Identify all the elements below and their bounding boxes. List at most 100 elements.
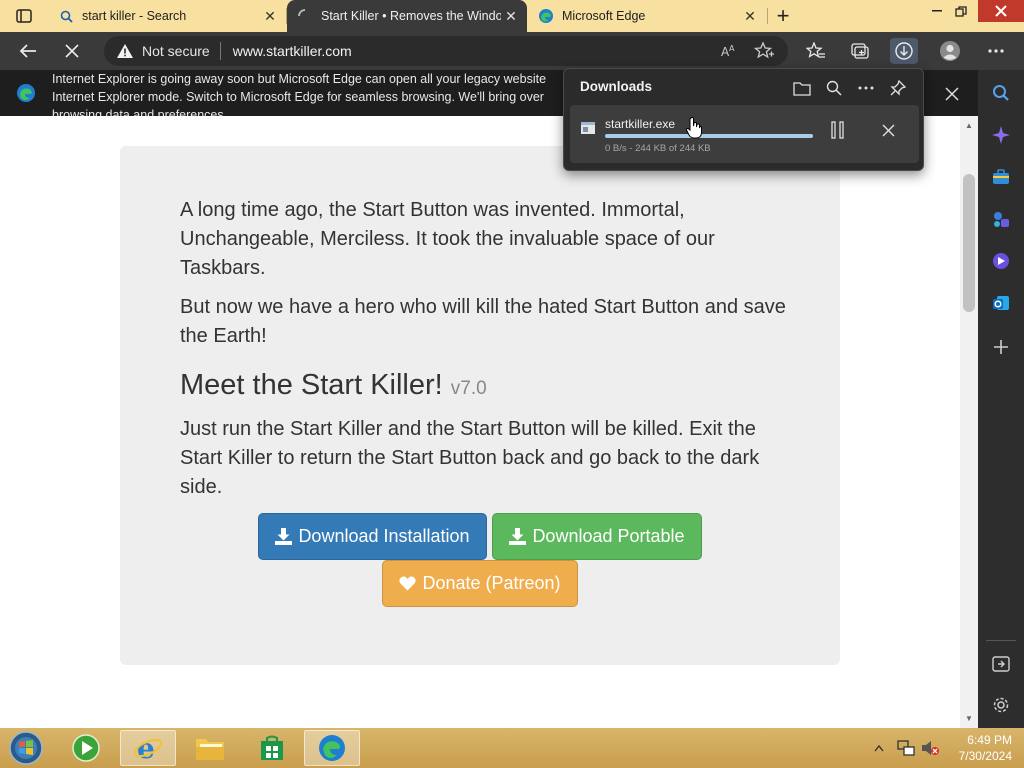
restore-button[interactable] [946, 0, 976, 22]
downloads-icon[interactable] [892, 39, 916, 63]
internet-explorer-icon[interactable]: e [120, 730, 176, 766]
system-clock[interactable]: 6:49 PM 7/30/2024 [940, 732, 1012, 764]
intro-paragraph: A long time ago, the Start Button was in… [180, 199, 715, 279]
scroll-down-arrow-icon[interactable]: ▼ [964, 713, 974, 723]
download-progress-fill [605, 134, 813, 138]
open-folder-icon[interactable] [791, 77, 813, 99]
tab-actions-menu-icon[interactable] [8, 5, 40, 27]
pause-icon[interactable] [828, 120, 848, 140]
download-filename[interactable]: startkiller.exe [605, 117, 675, 131]
infobar-text-line: Internet Explorer mode. Switch to Micros… [52, 90, 544, 104]
download-icon [275, 528, 293, 545]
download-portable-button[interactable]: Download Portable [492, 513, 702, 560]
security-status[interactable]: Not secure [142, 43, 210, 59]
scrollbar-thumb[interactable] [963, 174, 975, 312]
show-hidden-icons-icon[interactable] [874, 728, 884, 768]
volume-muted-icon[interactable] [920, 728, 940, 768]
close-tab-icon[interactable]: ✕ [740, 6, 760, 26]
edge-sidebar [978, 70, 1024, 728]
warning-icon[interactable] [116, 42, 134, 60]
heart-icon [399, 576, 417, 591]
stop-loading-icon[interactable] [60, 39, 84, 63]
network-icon[interactable] [896, 728, 916, 768]
clock-time: 6:49 PM [967, 733, 1012, 747]
clock-date: 7/30/2024 [958, 749, 1012, 763]
version-label: v7.0 [450, 378, 487, 399]
edge-icon [538, 8, 554, 24]
hero-paragraph: But now we have a hero who will kill the… [180, 296, 786, 347]
sidebar-divider [986, 640, 1016, 641]
edge-taskbar-icon[interactable] [304, 730, 360, 766]
loading-icon [297, 8, 313, 24]
profile-avatar[interactable] [938, 39, 962, 63]
add-sidebar-app-icon[interactable] [989, 335, 1013, 359]
store-icon[interactable] [244, 730, 300, 766]
outlook-icon[interactable] [989, 291, 1013, 315]
start-orb-icon[interactable] [0, 730, 52, 766]
downloads-flyout: Downloads startkiller.exe 0 B/s - 244 KB… [563, 68, 924, 171]
search-downloads-icon[interactable] [823, 77, 845, 99]
close-tab-icon[interactable]: ✕ [501, 6, 521, 26]
button-label: Donate (Patreon) [422, 573, 561, 593]
tab-search[interactable]: start killer - Search ✕ [48, 0, 286, 32]
tab-title: start killer - Search [82, 9, 187, 23]
file-explorer-icon[interactable] [182, 730, 238, 766]
product-heading: Meet the Start Killer! v7.0 [180, 369, 487, 402]
edge-icon [17, 84, 35, 102]
close-tab-icon[interactable]: ✕ [260, 6, 280, 26]
hand-cursor-icon [686, 117, 702, 139]
address-divider [219, 42, 221, 60]
download-installation-button[interactable]: Download Installation [258, 513, 487, 560]
tab-title: Start Killer • Removes the Windo [321, 9, 501, 23]
close-infobar-icon[interactable] [942, 84, 962, 104]
infobar-text-line: browsing data and preferences. [52, 108, 228, 116]
url-text[interactable]: www.startkiller.com [233, 43, 352, 59]
search-icon [58, 8, 74, 24]
address-bar[interactable]: Not secure www.startkiller.com AA [104, 36, 788, 66]
infobar-text-line: Internet Explorer is going away soon but… [52, 72, 547, 86]
executable-file-icon [581, 122, 595, 134]
button-label: Download Installation [298, 526, 470, 546]
close-window-button[interactable] [978, 0, 1024, 22]
shopping-icon[interactable] [989, 165, 1013, 189]
media-player-icon[interactable] [58, 730, 114, 766]
page-scrollbar[interactable]: ▲ ▼ [960, 116, 978, 728]
tab-microsoft-edge[interactable]: Microsoft Edge ✕ [528, 0, 766, 32]
games-icon[interactable] [989, 249, 1013, 273]
usage-paragraph: Just run the Start Killer and the Start … [180, 418, 760, 498]
tab-title: Microsoft Edge [562, 9, 646, 23]
hide-sidebar-icon[interactable] [989, 652, 1013, 676]
windows-taskbar: e 6:49 PM 7/30/2024 [0, 728, 1024, 768]
download-icon [509, 528, 527, 545]
browser-toolbar: Not secure www.startkiller.com AA [0, 32, 1024, 70]
heading-text: Meet the Start Killer! [180, 369, 443, 401]
settings-gear-icon[interactable] [989, 693, 1013, 717]
more-options-icon[interactable] [984, 39, 1008, 63]
more-options-icon[interactable] [855, 77, 877, 99]
new-tab-button[interactable]: + [770, 3, 796, 28]
collections-icon[interactable] [848, 39, 872, 63]
add-favorite-icon[interactable] [753, 41, 774, 64]
pin-icon[interactable] [887, 77, 909, 99]
tab-start-killer[interactable]: Start Killer • Removes the Windo ✕ [287, 0, 527, 32]
tab-strip: start killer - Search ✕ Start Killer • R… [0, 0, 1024, 32]
download-item[interactable]: startkiller.exe 0 B/s - 244 KB of 244 KB [570, 105, 919, 163]
intro-card: A long time ago, the Start Button was in… [120, 146, 840, 665]
screen: start killer - Search ✕ Start Killer • R… [0, 0, 1024, 768]
tab-divider [767, 8, 768, 24]
tools-icon[interactable] [989, 207, 1013, 231]
svg-text:e: e [137, 733, 155, 763]
download-progress-bar [605, 134, 813, 138]
web-page: A long time ago, the Start Button was in… [0, 116, 960, 728]
read-aloud-icon[interactable]: AA [720, 42, 738, 63]
button-label: Download Portable [532, 526, 685, 546]
search-icon[interactable] [989, 81, 1013, 105]
svg-text:A: A [729, 44, 735, 53]
copilot-sparkle-icon[interactable] [989, 123, 1013, 147]
cancel-download-icon[interactable] [878, 120, 898, 140]
scroll-up-arrow-icon[interactable]: ▲ [964, 120, 974, 130]
downloads-title: Downloads [580, 79, 653, 94]
back-arrow-icon[interactable] [16, 39, 40, 63]
favorites-icon[interactable] [804, 39, 828, 63]
donate-patreon-button[interactable]: Donate (Patreon) [382, 560, 578, 607]
